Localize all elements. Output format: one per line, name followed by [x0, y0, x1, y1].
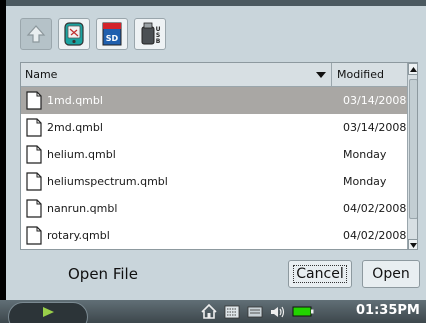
list-header: Name Modified	[21, 63, 407, 87]
file-row-partial[interactable]	[21, 249, 407, 250]
file-name: 2md.qmbl	[47, 121, 103, 134]
home-button[interactable]	[200, 303, 217, 320]
start-button[interactable]	[8, 302, 88, 323]
file-name: heliumspectrum.qmbl	[47, 175, 168, 188]
file-row-rotary[interactable]: rotary.qmbl 04/02/2008	[21, 222, 407, 249]
clock[interactable]: 01:35PM	[356, 303, 420, 318]
file-name: helium.qmbl	[47, 148, 116, 161]
keyboard-button[interactable]	[223, 303, 240, 320]
usb-drive-button[interactable]: U S B	[134, 18, 166, 50]
file-icon	[26, 172, 42, 191]
column-header-modified[interactable]: Modified	[337, 68, 384, 81]
file-name: rotary.qmbl	[47, 229, 110, 242]
taskbar: 01:35PM	[0, 300, 426, 323]
system-tray	[200, 302, 314, 321]
open-file-dialog: SD U S B Name Modified 1md.qmbl 03/14/20…	[6, 0, 426, 300]
sd-card-icon: SD	[102, 22, 122, 46]
dialog-top-border	[6, 0, 426, 6]
window-list-icon	[247, 306, 262, 317]
scroll-down-button[interactable]	[408, 239, 417, 249]
file-modified: 04/02/2008	[343, 202, 407, 215]
sort-descending-icon[interactable]	[315, 69, 327, 81]
dialog-title: Open File	[68, 265, 138, 283]
file-row-2md[interactable]: 2md.qmbl 03/14/2008	[21, 114, 407, 141]
up-folder-button[interactable]	[20, 18, 52, 50]
scroll-thumb[interactable]	[409, 79, 417, 219]
usb-badge-b: B	[156, 38, 161, 45]
column-header-name[interactable]: Name	[25, 68, 57, 81]
file-icon	[26, 91, 42, 110]
file-list[interactable]: Name Modified 1md.qmbl 03/14/2008 2md.qm…	[20, 62, 418, 250]
open-button-label: Open	[372, 266, 410, 282]
cancel-button-label: Cancel	[293, 265, 347, 283]
file-name: 1md.qmbl	[47, 94, 103, 107]
pda-device-icon	[64, 22, 84, 46]
battery-indicator[interactable]	[292, 303, 314, 320]
file-row-nanrun[interactable]: nanrun.qmbl 04/02/2008	[21, 195, 407, 222]
file-icon	[26, 226, 42, 245]
file-modified: Monday	[343, 148, 387, 161]
file-modified: Monday	[343, 175, 387, 188]
file-icon	[26, 118, 42, 137]
file-row-helium[interactable]: helium.qmbl Monday	[21, 141, 407, 168]
file-modified: 04/02/2008	[343, 229, 407, 242]
arrow-down-icon	[410, 242, 417, 248]
screen: SD U S B Name Modified 1md.qmbl 03/14/20…	[0, 0, 426, 323]
window-list-button[interactable]	[246, 303, 263, 320]
volume-button[interactable]	[269, 303, 286, 320]
file-name: nanrun.qmbl	[47, 202, 118, 215]
volume-icon	[271, 306, 285, 317]
arrow-up-icon	[410, 66, 417, 72]
keyboard-icon	[224, 305, 239, 318]
battery-icon	[292, 306, 314, 317]
sd-badge-text: SD	[106, 34, 119, 43]
file-row-heliumspectrum[interactable]: heliumspectrum.qmbl Monday	[21, 168, 407, 195]
sd-card-button[interactable]: SD	[96, 18, 128, 50]
play-icon	[43, 307, 54, 317]
column-divider[interactable]	[331, 63, 332, 87]
file-row-1md[interactable]: 1md.qmbl 03/14/2008	[21, 87, 407, 114]
home-icon	[200, 304, 217, 319]
up-arrow-icon	[26, 25, 46, 43]
dialog-button-bar: Open File Cancel Open	[6, 256, 426, 292]
scroll-up-button[interactable]	[408, 63, 417, 75]
open-button[interactable]: Open	[362, 260, 420, 288]
vertical-scrollbar[interactable]	[407, 63, 417, 249]
location-toolbar: SD U S B	[20, 18, 166, 58]
pda-storage-button[interactable]	[58, 18, 90, 50]
cancel-button[interactable]: Cancel	[288, 260, 352, 288]
usb-drive-icon: U S B	[141, 22, 161, 45]
file-icon	[26, 145, 42, 164]
file-modified: 03/14/2008	[343, 94, 407, 107]
file-icon	[26, 199, 42, 218]
file-modified: 03/14/2008	[343, 121, 407, 134]
file-rows: 1md.qmbl 03/14/2008 2md.qmbl 03/14/2008 …	[21, 87, 407, 250]
